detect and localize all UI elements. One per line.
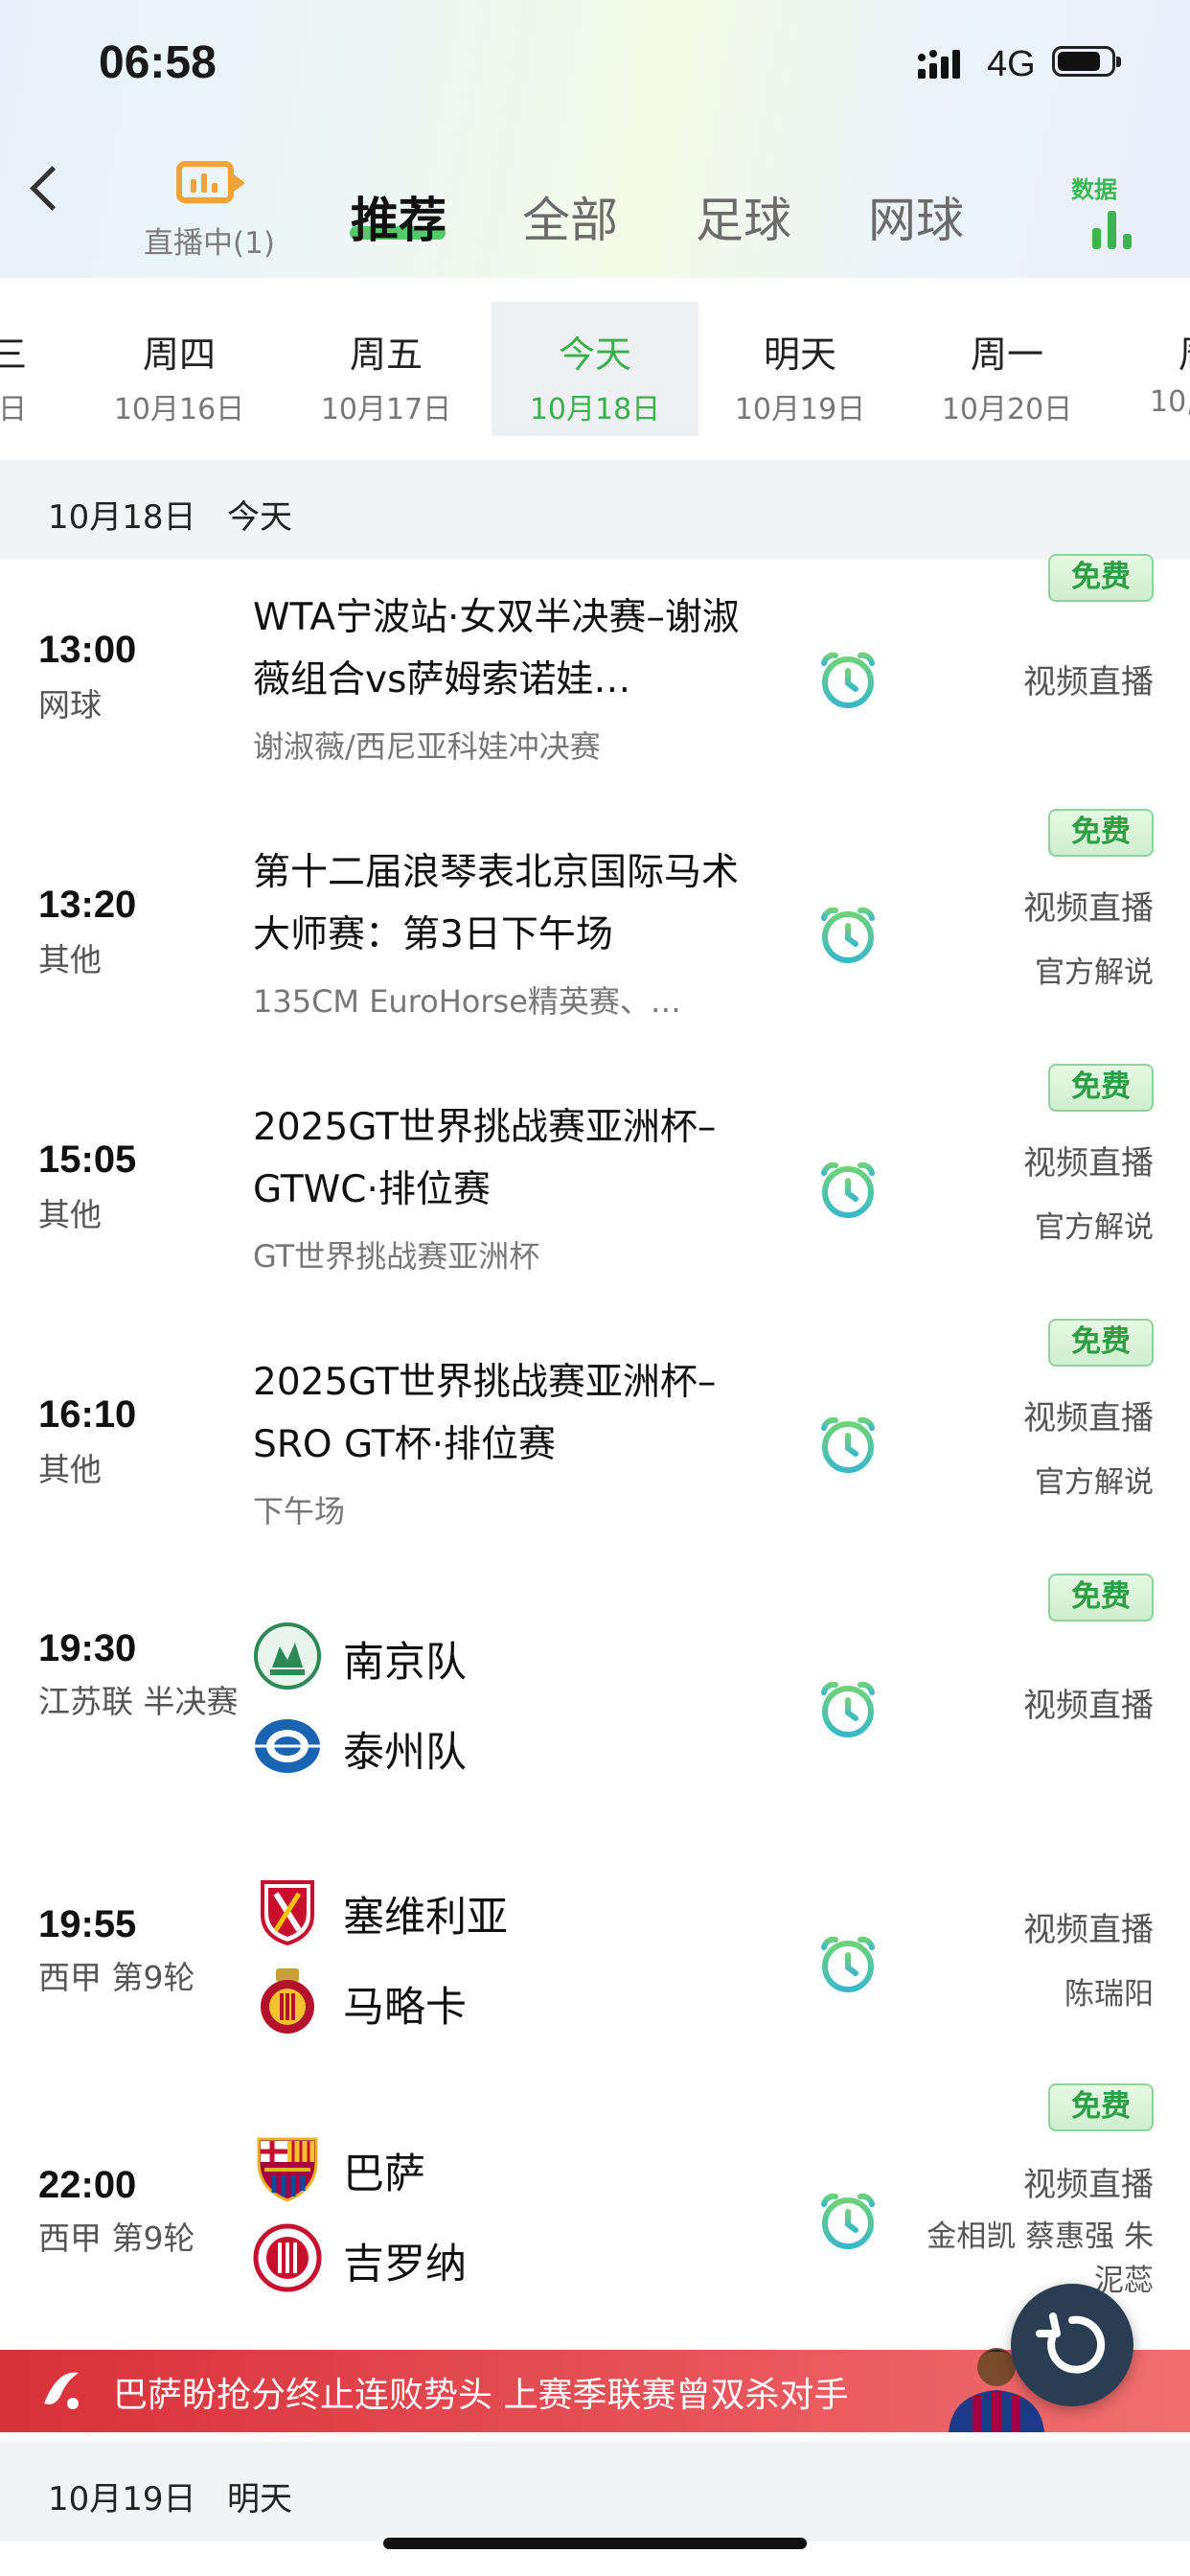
data-label[interactable]: 数据 (1071, 171, 1117, 204)
refresh-icon (1036, 2312, 1106, 2374)
barcelona-crest (257, 2137, 318, 2202)
section-header-today: 10月18日 今天 (0, 460, 1190, 560)
alarm-clock-icon[interactable] (816, 1677, 880, 1740)
free-badge: 免费 (1048, 809, 1154, 857)
signal-icon (918, 50, 960, 79)
network-type: 4G (987, 44, 1036, 84)
match-time: 16:10 (38, 1393, 137, 1436)
match-row[interactable]: 免费 16:10 其他 2025GT世界挑战赛亚洲杯–SRO GT杯·排位赛 下… (0, 1319, 1190, 1583)
alarm-clock-icon[interactable] (816, 1413, 880, 1476)
match-category: 西甲 第9轮 (38, 1959, 195, 1996)
home-team-name: 塞维利亚 (343, 1894, 508, 1942)
refresh-button[interactable] (1011, 2284, 1133, 2406)
match-category: 其他 (38, 1196, 102, 1233)
video-live-label: 视频直播 (1023, 1911, 1154, 1949)
match-time: 15:05 (38, 1138, 137, 1181)
commentary-label: 官方解说 (1035, 1465, 1154, 1500)
mallorca-crest (261, 1968, 314, 2034)
match-subtitle: 谢淑薇/西尼亚科娃冲决赛 (253, 728, 601, 765)
home-team-name: 南京队 (343, 1639, 467, 1687)
match-title: 2025GT世界挑战赛亚洲杯–GTWC·排位赛 (253, 1106, 717, 1211)
video-live-label: 视频直播 (1023, 1144, 1154, 1183)
match-title: 2025GT世界挑战赛亚洲杯–SRO GT杯·排位赛 (253, 1361, 717, 1466)
tab-recommended[interactable]: 推荐 (351, 182, 446, 251)
commentator-label: 陈瑞阳 (1064, 1977, 1154, 2012)
home-indicator[interactable] (383, 2538, 807, 2549)
match-row[interactable]: 免费 15:05 其他 2025GT世界挑战赛亚洲杯–GTWC·排位赛 GT世界… (0, 1064, 1190, 1328)
tab-tennis[interactable]: 网球 (868, 182, 964, 251)
match-category: 网球 (38, 686, 102, 724)
free-badge: 免费 (1048, 554, 1154, 602)
commentary-label: 官方解说 (1035, 955, 1154, 990)
date-item[interactable]: 明天 10月19日 (697, 302, 904, 436)
match-category: 西甲 第9轮 (38, 2220, 195, 2257)
video-live-label: 视频直播 (1023, 889, 1154, 928)
away-team-name: 泰州队 (343, 1729, 467, 1777)
alarm-clock-icon[interactable] (816, 2189, 880, 2252)
date-item[interactable]: 三5日 (0, 302, 34, 436)
match-row[interactable]: 19:55 西甲 第9轮 塞维利亚 马略卡 视频直播陈瑞阳 (0, 1836, 1190, 2093)
video-live-label: 视频直播 (1023, 2166, 1154, 2204)
live-now-label[interactable]: 直播中(1) (144, 218, 275, 262)
alarm-clock-icon[interactable] (816, 1932, 880, 1995)
date-item[interactable]: 周五 10月17日 (283, 302, 490, 436)
free-badge: 免费 (1048, 1064, 1154, 1112)
status-time: 06:58 (99, 37, 217, 88)
section-header-tomorrow: 10月19日 明天 (0, 2442, 1190, 2542)
away-team-name: 吉罗纳 (343, 2241, 467, 2288)
match-time: 13:20 (38, 884, 137, 926)
date-item[interactable]: 周10, (1111, 302, 1190, 436)
match-time: 13:00 (38, 629, 137, 671)
match-title: WTA宁波站·女双半决赛–谢淑薇组合vs萨姆索诺娃… (253, 596, 740, 702)
match-category: 其他 (38, 1451, 102, 1488)
match-row[interactable]: 免费 19:30 江苏联 半决赛 南京队 泰州队 视频直播 (0, 1574, 1190, 1838)
home-team-name: 巴萨 (343, 2150, 425, 2198)
match-category: 江苏联 半决赛 (38, 1683, 239, 1720)
match-category: 其他 (38, 941, 102, 978)
girona-crest (253, 2223, 322, 2292)
free-badge: 免费 (1048, 2083, 1154, 2131)
video-live-label: 视频直播 (1023, 1399, 1154, 1438)
date-item[interactable]: 周四 10月16日 (76, 302, 283, 436)
banner-headline: 巴萨盼抢分终止连败势头 上赛季联赛曾双杀对手 (113, 2376, 849, 2415)
live-tv-icon[interactable] (176, 161, 245, 203)
match-time: 19:55 (38, 1903, 137, 1945)
away-team-name: 马略卡 (343, 1984, 467, 2032)
date-item[interactable]: 周一 10月20日 (904, 302, 1110, 436)
match-time: 22:00 (38, 2164, 137, 2206)
match-row[interactable]: 免费 13:00 网球 WTA宁波站·女双半决赛–谢淑薇组合vs萨姆索诺娃… 谢… (0, 554, 1190, 818)
match-time: 19:30 (38, 1627, 137, 1669)
battery-icon (1052, 46, 1121, 77)
date-strip: 三5日 周四10月16日 周五10月17日 今天10月18日 明天10月19日 … (0, 302, 1190, 436)
date-item-today[interactable]: 今天 10月18日 (492, 302, 698, 436)
laliga-logo (44, 2372, 79, 2409)
match-subtitle: 下午场 (253, 1493, 346, 1530)
free-badge: 免费 (1048, 1319, 1154, 1367)
alarm-clock-icon[interactable] (816, 903, 880, 966)
video-live-label: 视频直播 (1023, 1687, 1154, 1725)
match-subtitle: 135CM EuroHorse精英赛、… (253, 983, 681, 1020)
free-badge: 免费 (1048, 1574, 1154, 1622)
video-live-label: 视频直播 (1023, 663, 1154, 702)
taizhou-team-logo (255, 1719, 320, 1773)
match-subtitle: GT世界挑战赛亚洲杯 (253, 1238, 540, 1275)
commentary-label: 官方解说 (1035, 1210, 1154, 1245)
nanjing-team-logo (254, 1622, 321, 1690)
match-title: 第十二届浪琴表北京国际马术大师赛：第3日下午场 (253, 851, 740, 956)
sevilla-crest (261, 1880, 314, 1945)
tab-football[interactable]: 足球 (696, 182, 791, 251)
alarm-clock-icon[interactable] (816, 648, 880, 711)
tab-all[interactable]: 全部 (522, 182, 618, 251)
match-row[interactable]: 免费 13:20 其他 第十二届浪琴表北京国际马术大师赛：第3日下午场 135C… (0, 809, 1190, 1073)
alarm-clock-icon[interactable] (816, 1158, 880, 1221)
